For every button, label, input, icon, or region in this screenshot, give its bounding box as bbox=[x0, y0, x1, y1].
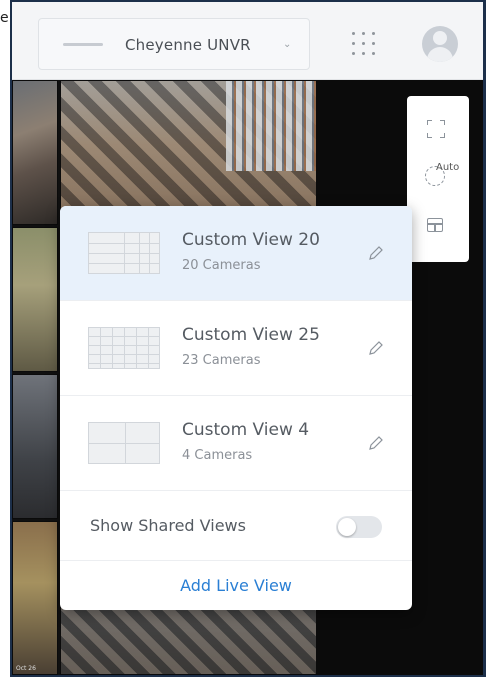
camera-tile[interactable] bbox=[12, 80, 58, 225]
camera-tile-main[interactable] bbox=[60, 80, 317, 225]
camera-tile[interactable]: Oct 26 bbox=[12, 521, 58, 675]
show-shared-views-label: Show Shared Views bbox=[90, 516, 246, 535]
quality-auto-label: Auto bbox=[436, 162, 460, 173]
console-selector[interactable]: Cheyenne UNVR ⌄ bbox=[38, 18, 310, 70]
fullscreen-button[interactable] bbox=[407, 108, 469, 148]
show-shared-views-row: Show Shared Views bbox=[60, 491, 412, 561]
view-tools-panel: Auto bbox=[407, 96, 469, 262]
pencil-icon[interactable] bbox=[366, 433, 386, 453]
view-layout-thumbnail bbox=[88, 327, 160, 369]
view-name: Custom View 25 bbox=[182, 325, 320, 345]
view-layout-thumbnail bbox=[88, 232, 160, 274]
camera-tile[interactable] bbox=[12, 227, 58, 372]
fullscreen-icon bbox=[427, 120, 445, 138]
camera-tile[interactable] bbox=[12, 374, 58, 519]
view-camera-count: 20 Cameras bbox=[182, 258, 261, 273]
view-item-custom-view-4[interactable]: Custom View 4 4 Cameras bbox=[60, 396, 412, 491]
pencil-icon[interactable] bbox=[366, 338, 386, 358]
view-item-custom-view-25[interactable]: Custom View 25 23 Cameras bbox=[60, 301, 412, 396]
pencil-icon[interactable] bbox=[366, 243, 386, 263]
quality-button[interactable]: Auto bbox=[407, 156, 469, 196]
avatar-body-icon bbox=[427, 47, 453, 62]
show-shared-views-toggle[interactable] bbox=[336, 516, 382, 538]
live-view-window: Cheyenne UNVR ⌄ Oct 26 Auto Custom View … bbox=[10, 0, 486, 677]
view-camera-count: 4 Cameras bbox=[182, 448, 253, 463]
top-bar: Cheyenne UNVR ⌄ bbox=[12, 2, 483, 80]
view-name: Custom View 20 bbox=[182, 230, 320, 250]
camera-timestamp: Oct 26 bbox=[16, 665, 36, 672]
clipped-corner-text: e bbox=[0, 10, 9, 26]
console-name: Cheyenne UNVR bbox=[125, 36, 251, 54]
app-grid-icon[interactable] bbox=[346, 26, 382, 62]
add-live-view-button[interactable]: Add Live View bbox=[60, 561, 412, 610]
view-item-custom-view-20[interactable]: Custom View 20 20 Cameras bbox=[60, 206, 412, 301]
layout-button[interactable] bbox=[407, 206, 469, 246]
chevron-down-icon: ⌄ bbox=[283, 39, 292, 50]
layout-icon bbox=[427, 218, 443, 232]
avatar-head-icon bbox=[433, 31, 447, 45]
view-name: Custom View 4 bbox=[182, 420, 310, 440]
toggle-knob bbox=[338, 518, 356, 536]
bookshelves-image bbox=[226, 81, 316, 171]
view-camera-count: 23 Cameras bbox=[182, 353, 261, 368]
avatar[interactable] bbox=[422, 26, 458, 62]
live-views-menu: Custom View 20 20 Cameras Custom View 25… bbox=[60, 206, 412, 610]
view-layout-thumbnail bbox=[88, 422, 160, 464]
console-logo-icon bbox=[63, 43, 103, 46]
